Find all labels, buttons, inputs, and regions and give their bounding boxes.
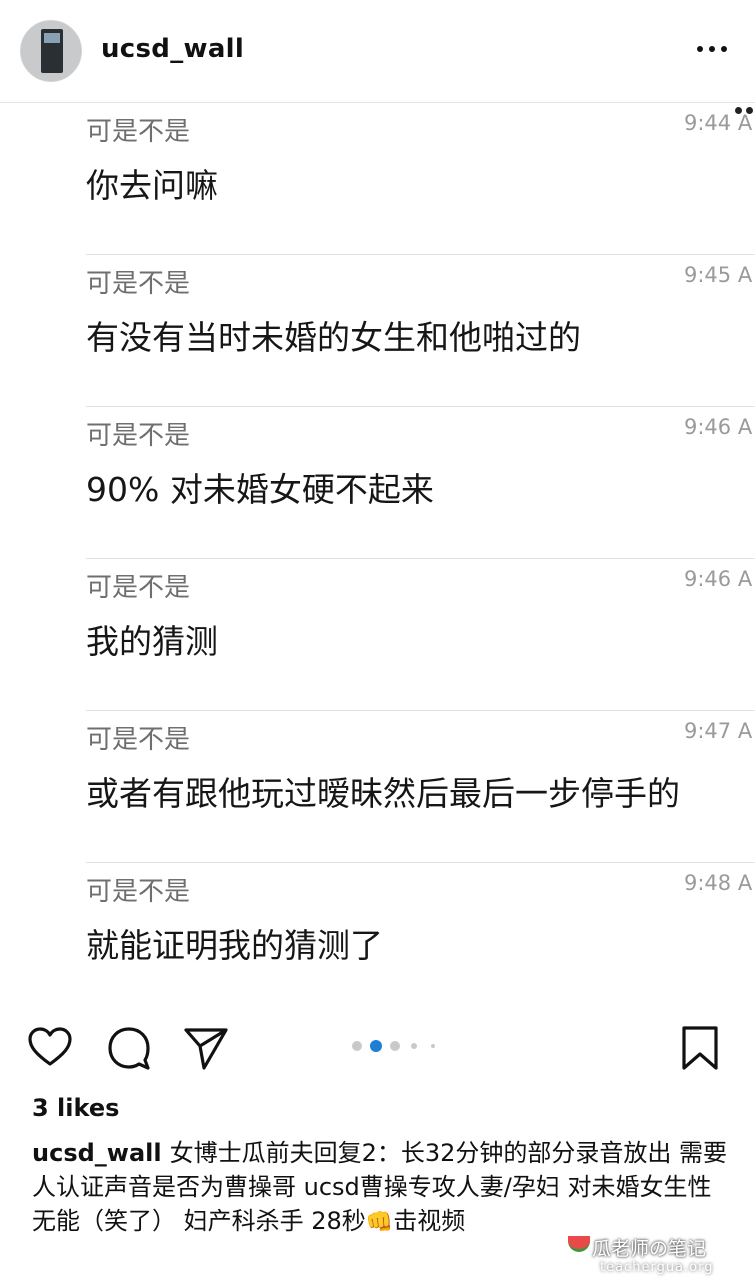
carousel-dot — [411, 1043, 417, 1049]
watermark-url: teachergua.org — [600, 1260, 714, 1275]
avatar[interactable] — [20, 20, 82, 82]
message-time: 9:48 A — [684, 871, 753, 895]
chat-message: 可是不是 9:46 A 我的猜测 — [86, 559, 755, 711]
fist-emoji: 👊 — [365, 1210, 394, 1235]
watermelon-icon — [568, 1236, 590, 1252]
username[interactable]: ucsd_wall — [101, 34, 244, 64]
post-image[interactable]: 可是不是 9:44 A 你去问嘛 可是不是 9:45 A 有没有当时未婚的女生和… — [0, 102, 755, 1006]
carousel-dot — [431, 1044, 435, 1048]
chat-message: 可是不是 9:44 A 你去问嘛 — [86, 103, 755, 255]
post-caption: ucsd_wall 女博士瓜前夫回复2：长32分钟的部分录音放出 需要人认证声音是… — [32, 1136, 732, 1240]
carousel-dot — [352, 1041, 362, 1051]
comment-icon[interactable] — [105, 1024, 153, 1072]
post-header: ucsd_wall — [0, 0, 755, 102]
carousel-indicator — [352, 1038, 442, 1054]
message-text: 有没有当时未婚的女生和他啪过的 — [86, 318, 581, 357]
message-sender: 可是不是 — [86, 725, 191, 755]
message-time: 9:44 A — [684, 111, 753, 135]
caption-username[interactable]: ucsd_wall — [32, 1139, 162, 1167]
carousel-dot-active — [370, 1040, 382, 1052]
watermark-title: 瓜老师の笔记 — [592, 1238, 707, 1260]
message-text: 我的猜测 — [86, 622, 218, 661]
message-text: 或者有跟他玩过暧昧然后最后一步停手的 — [86, 774, 680, 813]
chat-message: 可是不是 9:47 A 或者有跟他玩过暧昧然后最后一步停手的 — [86, 711, 755, 863]
message-time: 9:45 A — [684, 263, 753, 287]
action-bar — [0, 1018, 755, 1078]
heart-icon[interactable] — [26, 1024, 74, 1072]
message-time: 9:47 A — [684, 719, 753, 743]
more-horizontal-icon[interactable] — [692, 38, 732, 60]
chat-message: 可是不是 9:45 A 有没有当时未婚的女生和他啪过的 — [86, 255, 755, 407]
message-sender: 可是不是 — [86, 573, 191, 603]
chat-message: 可是不是 9:48 A 就能证明我的猜测了 — [86, 863, 755, 1006]
avatar-device-screen — [44, 33, 60, 43]
message-sender: 可是不是 — [86, 877, 191, 907]
message-sender: 可是不是 — [86, 421, 191, 451]
watermark: 瓜老师の笔记 teachergua.org — [566, 1234, 746, 1280]
send-icon[interactable] — [182, 1024, 230, 1072]
message-sender: 可是不是 — [86, 269, 191, 299]
message-text: 你去问嘛 — [86, 166, 218, 205]
message-time: 9:46 A — [684, 415, 753, 439]
bookmark-icon[interactable] — [676, 1024, 724, 1072]
carousel-dot — [390, 1041, 400, 1051]
chat-message: 可是不是 9:46 A 90% 对未婚女硬不起来 — [86, 407, 755, 559]
message-text: 90% 对未婚女硬不起来 — [86, 470, 434, 509]
message-sender: 可是不是 — [86, 117, 191, 147]
message-time: 9:46 A — [684, 567, 753, 591]
likes-count[interactable]: 3 likes — [32, 1094, 119, 1122]
caption-text-tail: 击视频 — [393, 1207, 466, 1235]
message-text: 就能证明我的猜测了 — [86, 926, 383, 965]
